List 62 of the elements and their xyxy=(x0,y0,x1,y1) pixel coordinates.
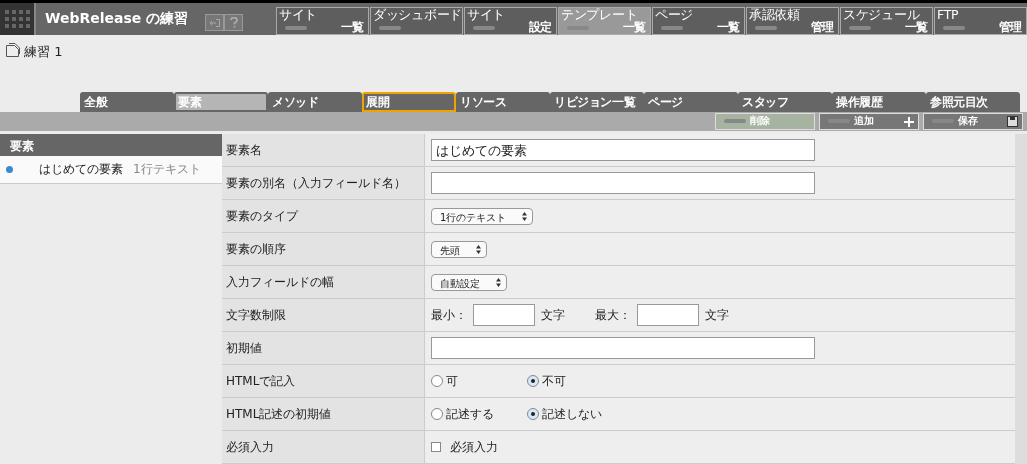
sidebar-heading: 要素 xyxy=(0,134,222,156)
tab[interactable]: 展開 xyxy=(362,91,456,112)
logo-icon[interactable] xyxy=(0,3,36,35)
max-label: 最大： xyxy=(595,306,631,324)
min-label: 最小： xyxy=(431,306,467,324)
page-title: 練習 1 xyxy=(24,42,63,61)
window-title: WebRelease の練習 xyxy=(44,8,190,28)
up-down-arrows-icon xyxy=(476,244,481,254)
field-label: HTMLで記入 xyxy=(222,365,425,397)
text-field[interactable] xyxy=(431,337,815,359)
add-button[interactable]: 追加 xyxy=(819,112,919,130)
nav-button[interactable]: ダッシュボード xyxy=(370,7,463,35)
field-label: 初期値 xyxy=(222,332,425,364)
plus-icon xyxy=(904,116,914,127)
field-label: 要素の順序 xyxy=(222,233,425,265)
nav-button[interactable]: FTP 管理 xyxy=(934,7,1027,35)
nav-button[interactable]: スケジュール 一覧 xyxy=(840,7,933,35)
sidebar-item[interactable]: はじめての要素 1行テキスト xyxy=(0,156,222,184)
logout-icon[interactable] xyxy=(205,14,224,31)
nav-button[interactable]: ページ 一覧 xyxy=(652,7,745,35)
min-field[interactable] xyxy=(473,304,535,326)
dropdown[interactable]: 先頭 xyxy=(431,240,487,258)
tab[interactable]: リソース xyxy=(456,91,550,112)
tab[interactable]: 参照元目次 xyxy=(926,91,1020,112)
up-down-arrows-icon xyxy=(496,277,501,287)
field-label: 要素名 xyxy=(222,134,425,166)
checkbox-label: 必須入力 xyxy=(450,438,498,456)
checkbox[interactable] xyxy=(431,442,441,452)
dropdown[interactable]: 自動設定 xyxy=(431,273,507,291)
radio-label: 不可 xyxy=(542,372,566,390)
field-label: 文字数制限 xyxy=(222,299,425,331)
unit-label: 文字 xyxy=(705,306,729,324)
radio-label: 記述しない xyxy=(542,405,602,423)
save-button[interactable]: 保存 xyxy=(923,112,1023,130)
text-field[interactable] xyxy=(431,172,815,194)
field-label: 必須入力 xyxy=(222,431,425,463)
tab[interactable]: 全般 xyxy=(80,91,174,112)
tab[interactable]: ページ xyxy=(644,91,738,112)
radio-label: 可 xyxy=(446,372,458,390)
max-field[interactable] xyxy=(637,304,699,326)
page-icon xyxy=(6,42,20,57)
text-field[interactable]: はじめての要素 xyxy=(431,139,815,161)
dropdown[interactable]: 1行のテキスト xyxy=(431,207,534,225)
up-down-arrows-icon xyxy=(522,211,528,221)
radio-label: 記述する xyxy=(446,405,494,423)
tab[interactable]: メソッド xyxy=(268,91,362,112)
radio-button[interactable] xyxy=(431,408,443,420)
nav-button[interactable]: サイト 一覧 xyxy=(276,7,369,35)
nav-button[interactable]: 承認依頼 管理 xyxy=(746,7,839,35)
nav-button[interactable]: サイト 設定 xyxy=(464,7,557,35)
radio-button[interactable] xyxy=(527,375,539,387)
tab[interactable]: 操作履歴 xyxy=(832,91,926,112)
field-label: 要素のタイプ xyxy=(222,200,425,232)
radio-button[interactable] xyxy=(527,408,539,420)
tab[interactable]: スタッフ xyxy=(738,91,832,112)
help-icon[interactable] xyxy=(224,14,243,31)
field-label: HTML記述の初期値 xyxy=(222,398,425,430)
field-label: 入力フィールドの幅 xyxy=(222,266,425,298)
unit-label: 文字 xyxy=(541,306,565,324)
radio-button[interactable] xyxy=(431,375,443,387)
tab[interactable]: リビジョン一覧 xyxy=(550,91,644,112)
field-label: 要素の別名（入力フィールド名） xyxy=(222,167,425,199)
